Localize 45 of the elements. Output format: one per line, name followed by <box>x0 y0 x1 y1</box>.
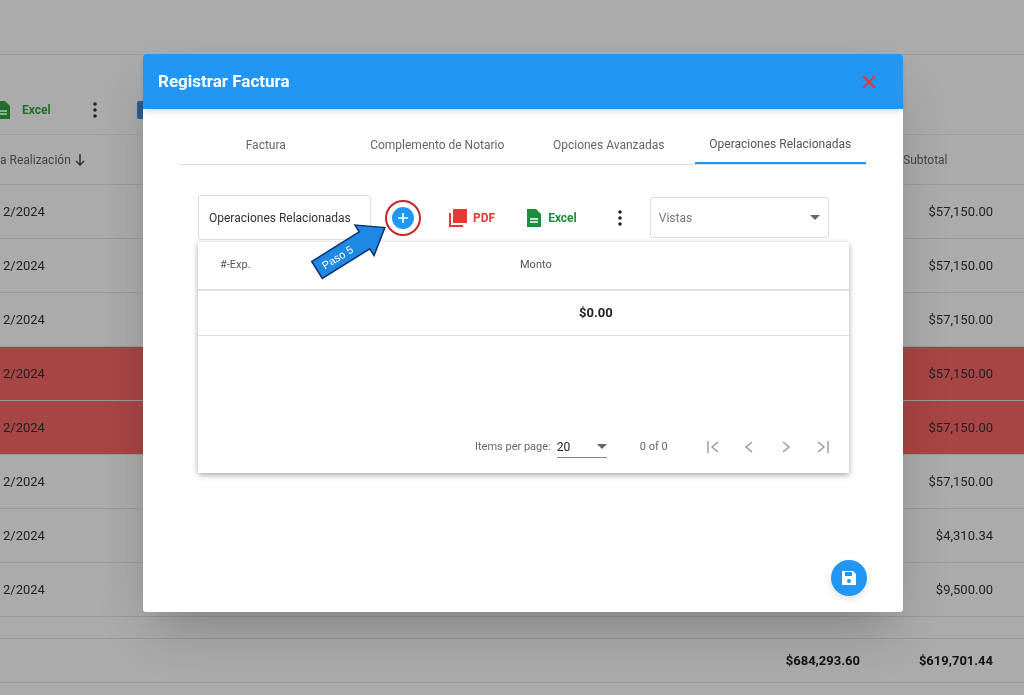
views-select[interactable]: Vistas <box>649 197 829 238</box>
pdf-icon <box>449 208 467 227</box>
table-cell-text: 2/2024 <box>3 202 45 221</box>
total-cell-text: $619,701.44 <box>918 651 993 670</box>
spreadsheet-icon <box>527 208 542 227</box>
table-cell-text: 2/2024 <box>3 418 45 437</box>
column-header[interactable]: Subtotal <box>903 150 948 169</box>
dialog-title: Registrar Factura <box>158 69 290 93</box>
table-cell-text: 2/2024 <box>3 472 45 491</box>
range-label: 0 of 0 <box>639 438 668 455</box>
table-cell-text: 2/2024 <box>3 364 45 383</box>
table-cell-text: $57,150.00 <box>928 256 993 275</box>
tab[interactable]: Factura <box>180 125 352 164</box>
total-cell-text: $684,293.60 <box>785 651 860 670</box>
close-icon[interactable] <box>862 74 876 89</box>
more-icon[interactable] <box>92 101 97 118</box>
table-cell-text: $9,500.00 <box>935 580 993 599</box>
tab[interactable]: Complemento de Notario <box>351 125 523 164</box>
tab[interactable]: Opciones Avanzadas <box>523 125 695 164</box>
page-size-select[interactable]: 20 <box>556 436 607 458</box>
table-cell-text: 2/2024 <box>3 580 45 599</box>
table-cell-text: $57,150.00 <box>928 364 993 383</box>
column-header: #-Exp. <box>220 258 251 272</box>
table-cell-text: 2/2024 <box>3 310 45 329</box>
table-cell-text: $57,150.00 <box>928 202 993 221</box>
table-cell-text: 2/2024 <box>3 526 45 545</box>
table-cell-text: $57,150.00 <box>928 310 993 329</box>
pdf-button[interactable]: PDF <box>473 208 496 227</box>
callout-label: Paso 5 <box>319 243 356 272</box>
dropdown-caret-icon <box>596 444 607 449</box>
save-button[interactable] <box>831 560 867 596</box>
items-per-page-label: Items per page: <box>475 438 551 455</box>
table-cell-text: 2/2024 <box>3 256 45 275</box>
column-header: Monto <box>520 257 552 274</box>
total-cell-text: $0.00 <box>579 304 613 323</box>
table-cell-text: $4,310.34 <box>935 526 993 545</box>
table-cell-text: $57,150.00 <box>928 418 993 437</box>
spreadsheet-icon <box>0 100 10 119</box>
add-button[interactable] <box>392 206 414 229</box>
table-cell-text: $57,150.00 <box>928 472 993 491</box>
dropdown-caret-icon <box>809 215 820 220</box>
more-icon[interactable] <box>617 209 622 226</box>
tab[interactable]: Operaciones Relacionadas <box>694 125 866 164</box>
column-header[interactable]: a Realización <box>0 150 160 169</box>
excel-button[interactable]: Excel <box>548 208 577 227</box>
